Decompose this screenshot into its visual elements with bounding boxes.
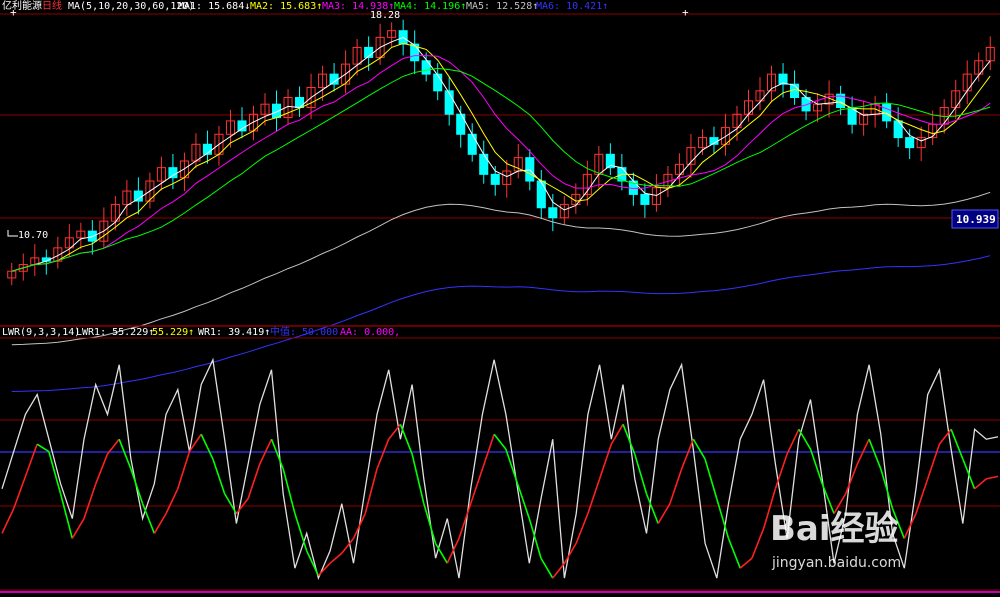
period-label: 日线	[42, 0, 62, 12]
baidu-watermark: Bai经验 jingyan.baidu.com	[770, 509, 901, 571]
lwr1-segment	[598, 443, 613, 480]
indicator-legend-item: 55.229↑	[152, 327, 194, 338]
lwr1-segment	[329, 552, 343, 564]
lwr1-segment	[399, 424, 413, 455]
lwr1-segment	[200, 433, 214, 460]
candle-body	[467, 133, 477, 155]
lwr1-segment	[165, 488, 179, 514]
indicator-header: LWR(9,3,3,14) LWR1: 55.229↑55.229↑ WR1: 3…	[2, 325, 400, 338]
lwr1-segment	[926, 443, 941, 480]
lwr1-segment	[727, 538, 741, 569]
candle-body	[525, 157, 535, 182]
high-annotation: 18.28	[370, 10, 400, 21]
lwr1-segment	[798, 428, 812, 450]
candle-body	[133, 190, 143, 202]
stock-chart: 亿利能源 日线 MA(5,10,20,30,60,120) MA1: 15.68…	[0, 0, 1000, 593]
candle-body	[237, 120, 247, 132]
indicator-name: LWR(9,3,3,14)	[2, 327, 80, 338]
lwr1-segment	[177, 451, 191, 490]
indicator-panel	[0, 337, 1000, 593]
candle-body	[444, 90, 454, 115]
indicator-legend-item: LWR1: 55.229↑	[76, 327, 154, 338]
price-header: 亿利能源 日线 MA(5,10,20,30,60,120) MA1: 15.68…	[2, 0, 608, 12]
candle-body	[536, 180, 546, 209]
lwr1-segment	[986, 475, 999, 480]
lwr1-segment	[692, 438, 706, 460]
candle-body	[479, 153, 489, 175]
lwr1-segment	[680, 438, 695, 470]
lwr1-segment	[270, 438, 284, 470]
candle-body	[168, 167, 178, 179]
lwr1-segment	[48, 451, 62, 494]
watermark-sub: jingyan.baidu.com	[771, 555, 901, 571]
candle-body	[905, 137, 915, 149]
lwr1-segment	[212, 458, 226, 495]
lwr1-segment	[610, 423, 624, 445]
candle-body	[433, 73, 443, 92]
lwr1-segment	[141, 503, 156, 534]
lwr1-segment	[94, 453, 109, 485]
lwr1-segment	[552, 562, 566, 579]
lwr1-segment	[974, 478, 987, 490]
last-price-value: 10.939	[956, 213, 996, 226]
candle-body	[329, 73, 339, 85]
indicator-legend-item: AA: 0.000,	[340, 327, 400, 338]
lwr1-segment	[153, 513, 167, 534]
lwr1-segment	[880, 468, 894, 509]
lwr1-segment	[352, 513, 366, 539]
lwr1-segment	[294, 513, 308, 552]
ma-legend-item: MA5: 12.528↑	[466, 1, 538, 12]
lwr1-segment	[223, 493, 238, 515]
ma-legend-item: MA4: 14.196↑	[394, 1, 466, 12]
candle-body	[490, 173, 500, 185]
lwr1-segment	[423, 503, 437, 544]
lwr1-segment	[36, 443, 50, 453]
lwr1-segment	[24, 443, 38, 477]
lwr1-segment	[751, 528, 765, 559]
lwr1-segment	[71, 518, 85, 539]
low-annotation: 10.70	[18, 230, 48, 241]
lwr1-segment	[950, 428, 964, 460]
lwr1-segment	[130, 468, 144, 504]
lwr1-segment	[669, 468, 683, 504]
lwr1-segment	[657, 503, 671, 524]
plus-marker-icon: +	[682, 6, 689, 19]
indicator-legend-item: WR1: 39.419↑	[198, 327, 270, 338]
lwr1-segment	[1, 508, 15, 534]
ma-legend-item: MA1: 15.684↓	[178, 1, 250, 12]
lwr1-segment	[704, 458, 718, 499]
lwr1-segment	[868, 438, 882, 470]
candle-body	[893, 120, 903, 139]
lwr1-segment	[83, 483, 97, 519]
watermark-main: Bai经验	[770, 509, 899, 549]
lwr1-segment	[493, 433, 507, 450]
lwr1-segment	[575, 513, 589, 544]
lwr1-segment	[962, 458, 976, 490]
candle-body	[790, 83, 800, 99]
lwr1-segment	[903, 513, 917, 539]
lwr1-segment	[587, 478, 601, 514]
lwr1-segment	[247, 463, 261, 499]
stock-name: 亿利能源	[2, 0, 42, 12]
candle-body	[548, 207, 558, 219]
candle-body	[456, 113, 466, 135]
ma-legend-item: MA2: 15.683↑	[250, 1, 322, 12]
candle-body	[295, 97, 305, 109]
lwr1-segment	[739, 557, 753, 569]
last-price-badge: 10.939	[951, 209, 999, 229]
lwr1-segment	[540, 557, 554, 579]
candle-body	[640, 193, 650, 205]
lwr1-segment	[376, 438, 390, 470]
ma-params: MA(5,10,20,30,60,120)	[68, 1, 194, 12]
ma-legend-item: MA6: 10.421↑	[536, 1, 608, 12]
indicator-legend-item: 中值: 50.000	[270, 325, 338, 338]
lwr1-segment	[915, 478, 929, 514]
plus-marker-icon: +	[10, 6, 17, 19]
lwr1-segment	[446, 538, 460, 564]
lwr1-segment	[12, 476, 27, 509]
